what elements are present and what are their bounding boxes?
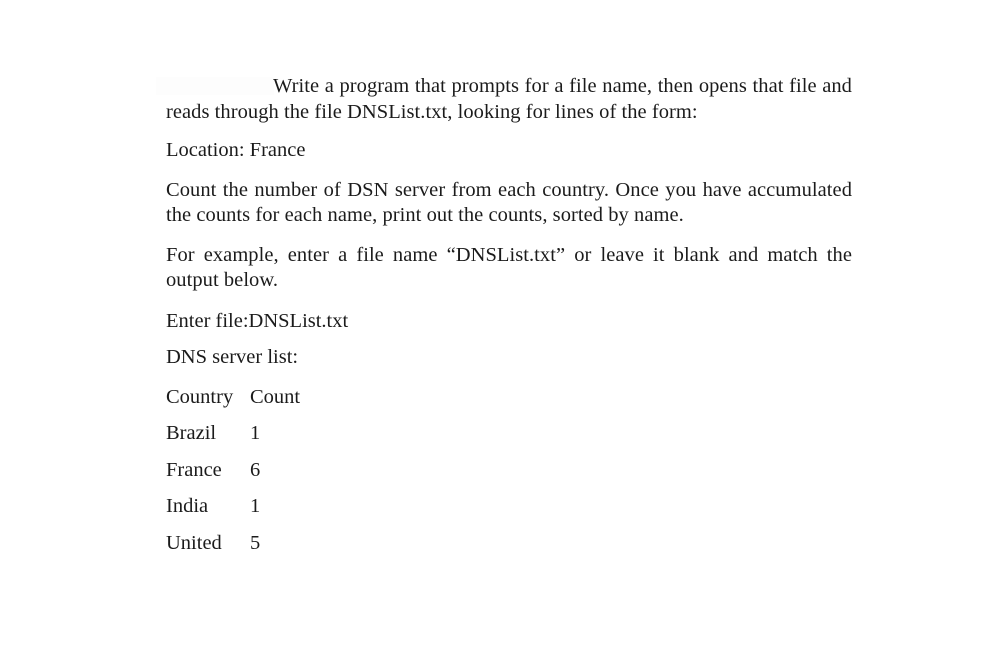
table-cell-country: United bbox=[166, 531, 222, 554]
sample-input-line: Location: France bbox=[166, 139, 306, 161]
table-body: Brazil 1 France 6 India 1 United 5 bbox=[166, 421, 310, 567]
table-header-row: Country Count bbox=[166, 385, 310, 422]
table-cell-count: 1 bbox=[250, 495, 261, 517]
dns-count-table: Country Count Brazil 1 France 6 India 1 bbox=[166, 385, 310, 568]
table-header-country: Country bbox=[166, 385, 234, 408]
table-row: India 1 bbox=[166, 494, 310, 531]
table-cell-count: 6 bbox=[250, 458, 261, 481]
table-cell-count: 5 bbox=[250, 531, 261, 554]
document-page: Write a program that prompts for a file … bbox=[0, 0, 986, 666]
table-row: France 6 bbox=[166, 458, 310, 495]
table-header-group: Country Count bbox=[166, 385, 310, 422]
assignment-requirements-paragraph: Count the number of DSN server from each… bbox=[166, 178, 852, 227]
assignment-intro-paragraph: Write a program that prompts for a file … bbox=[166, 75, 852, 123]
table-header-count: Count bbox=[250, 385, 301, 408]
table-cell-count: 1 bbox=[250, 422, 261, 444]
table-cell-country: India bbox=[166, 495, 209, 517]
document-content: Write a program that prompts for a file … bbox=[166, 74, 852, 567]
table-cell-country: Brazil bbox=[166, 422, 217, 444]
assignment-example-paragraph: For example, enter a file name “DNSList.… bbox=[166, 243, 852, 292]
table-cell-country: France bbox=[166, 458, 222, 481]
output-list-header: DNS server list: bbox=[166, 346, 299, 368]
output-prompt-line: Enter file:DNSList.txt bbox=[166, 309, 349, 332]
table-row: Brazil 1 bbox=[166, 421, 310, 458]
table-row: United 5 bbox=[166, 531, 310, 568]
